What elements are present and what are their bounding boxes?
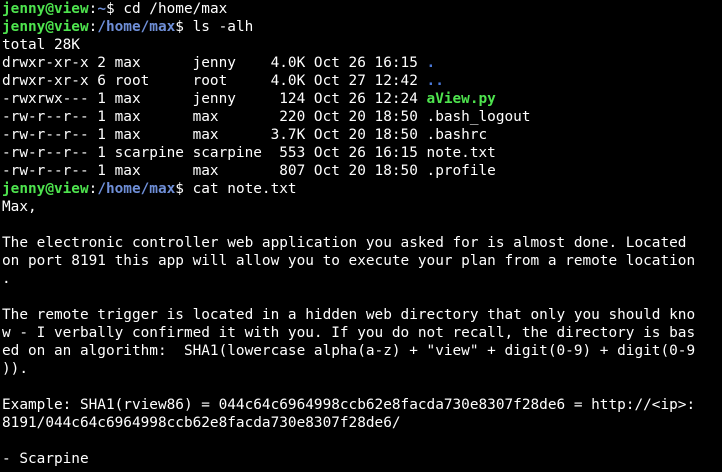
prompt-user: jenny@view [2,1,89,17]
prompt-line: jenny@view:/home/max$ ls -alh [2,18,722,36]
note-line: . [2,271,11,287]
ls-entry-name: .bash_logout [426,109,531,125]
prompt-line: jenny@view:~$ cd /home/max [2,0,722,18]
ls-entry: drwxr-xr-x 2 max jenny 4.0K Oct 26 16:15… [2,54,722,72]
note-line [2,216,722,234]
command-text: cd /home/max [123,1,228,17]
note-line: The electronic controller web applicatio… [2,235,687,251]
ls-entry-meta: -rw-r--r-- 1 max max 220 Oct 20 18:50 [2,109,427,125]
prompt-user: jenny@view [2,19,89,35]
prompt-line: jenny@view:/home/max$ cat note.txt [2,180,722,198]
prompt-separator: : [88,1,98,17]
prompt-path: ~ [97,1,106,17]
note-line: Example: SHA1(rview86) = 044c64c6964998c… [2,397,696,413]
terminal-window[interactable]: jenny@view:~$ cd /home/max jenny@view:/h… [0,0,722,472]
ls-entry-meta: drwxr-xr-x 2 max jenny 4.0K Oct 26 16:15 [2,55,427,71]
command-text: cat note.txt [192,181,297,197]
ls-entry-name: .bashrc [426,127,488,143]
note-line: ed on an algorithm: SHA1(lowercase alpha… [2,343,696,359]
ls-entry: -rwxrwx--- 1 max jenny 124 Oct 26 12:24 … [2,90,722,108]
ls-entry-meta: -rw-r--r-- 1 max max 3.7K Oct 20 18:50 [2,127,427,143]
note-line: The remote trigger is located in a hidde… [2,307,696,323]
note-line [2,378,722,396]
ls-entry-name: aView.py [426,91,496,107]
ls-entry-meta: -rw-r--r-- 1 scarpine scarpine 553 Oct 2… [2,145,427,161]
ls-entry: -rw-r--r-- 1 max max 807 Oct 20 18:50 .p… [2,162,722,180]
prompt-separator: : [88,181,98,197]
prompt-path: /home/max [97,19,176,35]
note-line: - Scarpine [2,451,89,467]
prompt-path: /home/max [97,181,176,197]
note-line [2,288,722,306]
note-line: )). [2,361,28,377]
ls-entry-meta: drwxr-xr-x 6 root root 4.0K Oct 27 12:42 [2,73,427,89]
ls-entry-meta: -rwxrwx--- 1 max jenny 124 Oct 26 12:24 [2,91,427,107]
ls-entry-meta: -rw-r--r-- 1 max max 807 Oct 20 18:50 [2,163,427,179]
note-line: w - I verbally confirmed it with you. If… [2,325,696,341]
ls-entry-name: .profile [426,163,496,179]
ls-entry: -rw-r--r-- 1 scarpine scarpine 553 Oct 2… [2,144,722,162]
ls-entry: drwxr-xr-x 6 root root 4.0K Oct 27 12:42… [2,72,722,90]
ls-entry-name: .. [426,73,444,89]
prompt-user: jenny@view [2,181,89,197]
note-line: 8191/044c64c6964998ccb62e8facda730e8307f… [2,415,401,431]
note-line: Max, [2,199,37,215]
prompt-symbol: $ [175,181,193,197]
note-line [2,432,722,450]
ls-entry: -rw-r--r-- 1 max max 3.7K Oct 20 18:50 .… [2,126,722,144]
command-text: ls -alh [192,19,254,35]
ls-entry-name: . [426,55,436,71]
prompt-symbol: $ [105,1,124,17]
prompt-separator: : [88,19,98,35]
ls-entry-name: note.txt [426,145,496,161]
prompt-symbol: $ [175,19,193,35]
ls-total: total 28K [2,37,80,53]
ls-entry: -rw-r--r-- 1 max max 220 Oct 20 18:50 .b… [2,108,722,126]
note-line: on port 8191 this app will allow you to … [2,253,696,269]
